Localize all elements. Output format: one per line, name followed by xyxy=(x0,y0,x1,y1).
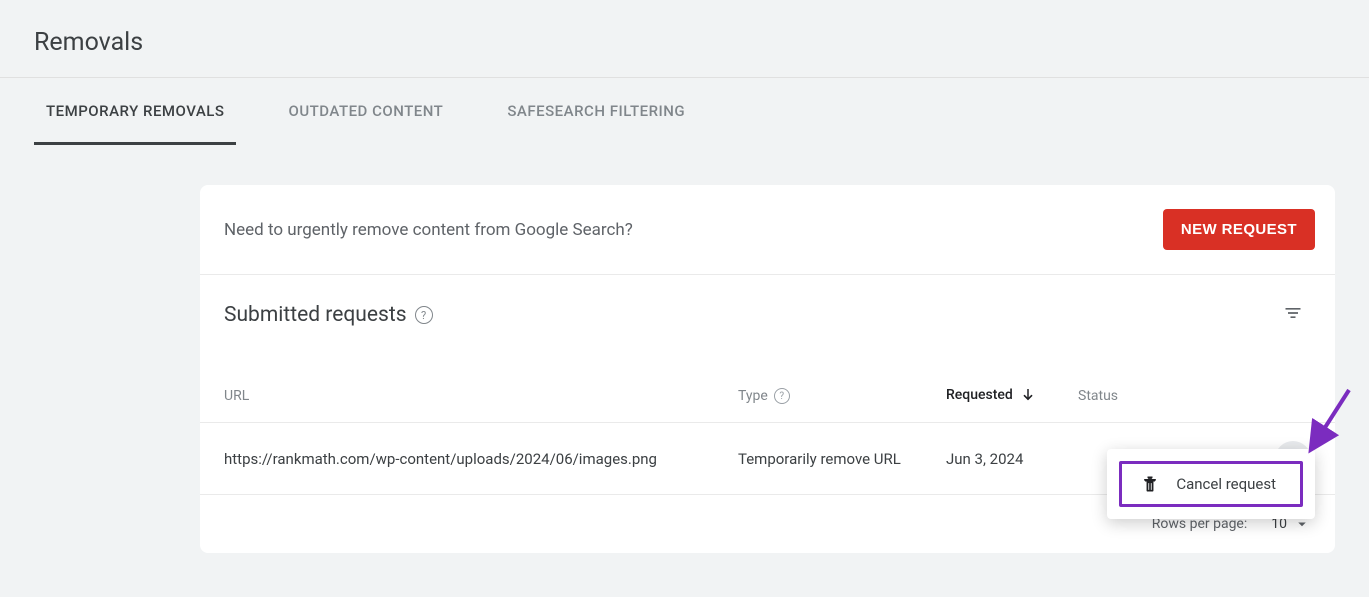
context-menu: Cancel request xyxy=(1107,449,1315,519)
cancel-request-menu-item[interactable]: Cancel request xyxy=(1119,461,1303,507)
help-icon[interactable]: ? xyxy=(774,388,790,404)
filter-button[interactable] xyxy=(1275,295,1311,335)
cell-requested: Jun 3, 2024 xyxy=(946,450,1023,468)
section-title: Submitted requests xyxy=(224,303,407,327)
page-header: Removals xyxy=(0,0,1369,78)
help-icon[interactable]: ? xyxy=(415,306,433,324)
cell-url: https://rankmath.com/wp-content/uploads/… xyxy=(224,450,657,468)
column-requested[interactable]: Requested xyxy=(946,387,1013,403)
filter-icon xyxy=(1283,303,1303,323)
tabs-bar: TEMPORARY REMOVALS OUTDATED CONTENT SAFE… xyxy=(0,78,1369,145)
column-url[interactable]: URL xyxy=(224,388,249,404)
annotation-arrow xyxy=(1299,380,1359,460)
column-status[interactable]: Status xyxy=(1078,388,1118,404)
main-card: Need to urgently remove content from Goo… xyxy=(200,185,1335,553)
section-header: Submitted requests ? xyxy=(200,275,1335,347)
tab-temporary-removals[interactable]: TEMPORARY REMOVALS xyxy=(34,78,236,145)
column-type[interactable]: Type xyxy=(738,388,768,404)
page-title: Removals xyxy=(34,28,1335,57)
new-request-button[interactable]: NEW REQUEST xyxy=(1163,209,1315,250)
cancel-request-label: Cancel request xyxy=(1176,475,1276,493)
arrow-down-icon xyxy=(1019,386,1037,404)
cell-type: Temporarily remove URL xyxy=(738,450,901,468)
trash-icon xyxy=(1140,474,1160,494)
prompt-text: Need to urgently remove content from Goo… xyxy=(224,220,633,240)
card-header: Need to urgently remove content from Goo… xyxy=(200,185,1335,275)
tab-outdated-content[interactable]: OUTDATED CONTENT xyxy=(276,78,455,145)
table-header: URL Type ? Requested Status xyxy=(200,347,1335,423)
tab-safesearch-filtering[interactable]: SAFESEARCH FILTERING xyxy=(495,78,697,145)
